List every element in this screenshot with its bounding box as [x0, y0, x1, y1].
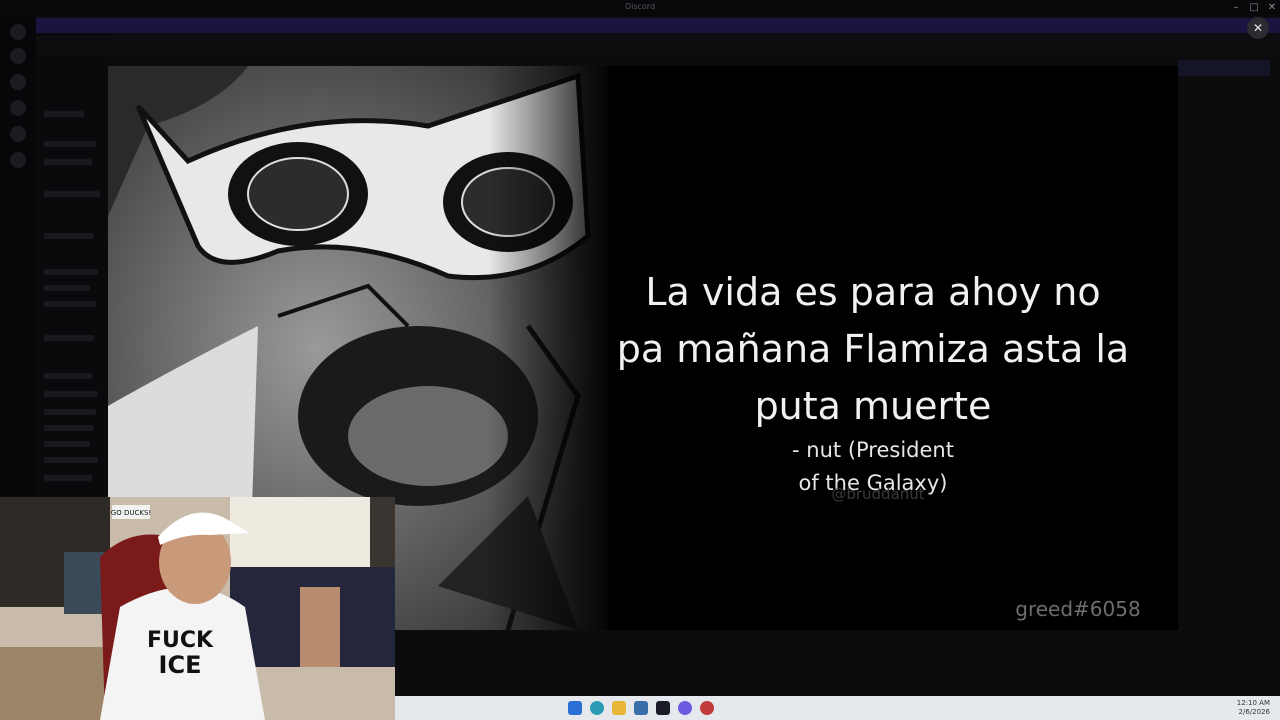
channel-item[interactable]: [44, 457, 98, 463]
explore-icon[interactable]: [10, 152, 26, 168]
settings-icon[interactable]: [10, 126, 26, 142]
shirt-text-bottom: ICE: [159, 651, 202, 679]
close-icon[interactable]: ✕: [1247, 17, 1269, 39]
file-explorer-icon[interactable]: [612, 701, 626, 715]
left-goggle-lens: [247, 157, 349, 231]
window-close-icon[interactable]: ✕: [1263, 0, 1280, 16]
channel-item[interactable]: [44, 301, 96, 307]
boxer-figure: [300, 587, 340, 667]
discord-icon[interactable]: [678, 701, 692, 715]
store-icon[interactable]: [634, 701, 648, 715]
webcam-feed: GO DUCKS! FUCK ICE: [0, 497, 395, 720]
window-title-bar: Discord – □ ✕: [0, 0, 1280, 16]
channel-item[interactable]: [44, 159, 92, 165]
windows-start-icon[interactable]: [568, 701, 582, 715]
server-list: [0, 16, 36, 496]
cat-tongue: [348, 386, 508, 486]
clock-date: 2/6/2026: [1238, 708, 1270, 716]
ducks-sign-text: GO DUCKS!: [111, 509, 151, 517]
system-clock[interactable]: 12:10 AM 2/6/2026: [1237, 699, 1270, 717]
header-button[interactable]: [1178, 60, 1270, 76]
maximize-icon[interactable]: □: [1245, 0, 1263, 16]
taskbar: 12:10 AM 2/6/2026: [395, 696, 1280, 720]
server-icon[interactable]: [10, 48, 26, 64]
notice-banner: [36, 18, 1280, 33]
server-icon[interactable]: [10, 100, 26, 116]
channel-item[interactable]: [44, 335, 94, 341]
channel-item[interactable]: [44, 111, 84, 117]
shirt-text-top: FUCK: [147, 628, 214, 653]
channel-item[interactable]: [44, 285, 90, 291]
channel-item[interactable]: [44, 409, 96, 415]
channel-item[interactable]: [44, 475, 92, 481]
channel-item[interactable]: [44, 269, 98, 275]
window-title: Discord: [624, 2, 656, 11]
channel-item[interactable]: [44, 373, 92, 379]
server-icon[interactable]: [10, 74, 26, 90]
channel-item[interactable]: [44, 233, 94, 239]
channel-item[interactable]: [44, 425, 94, 431]
watermark: @bruddanut: [831, 485, 925, 503]
edge-icon[interactable]: [590, 701, 604, 715]
channel-item[interactable]: [44, 141, 96, 147]
channel-list: [36, 33, 110, 496]
channel-item[interactable]: [44, 441, 90, 447]
server-icon[interactable]: [10, 24, 26, 40]
quote-text: La vida es para ahoy no pa mañana Flamiz…: [616, 270, 1130, 428]
clock-time: 12:10 AM: [1236, 699, 1270, 707]
terminal-icon[interactable]: [656, 701, 670, 715]
minimize-icon[interactable]: –: [1227, 0, 1245, 16]
webcam-overlay: GO DUCKS! FUCK ICE: [0, 497, 395, 720]
app-icon[interactable]: [700, 701, 714, 715]
channel-header: [36, 36, 1280, 56]
user-tag: greed#6058: [1015, 597, 1141, 621]
window-light: [230, 497, 370, 567]
channel-item[interactable]: [44, 191, 100, 197]
channel-item[interactable]: [44, 391, 98, 397]
